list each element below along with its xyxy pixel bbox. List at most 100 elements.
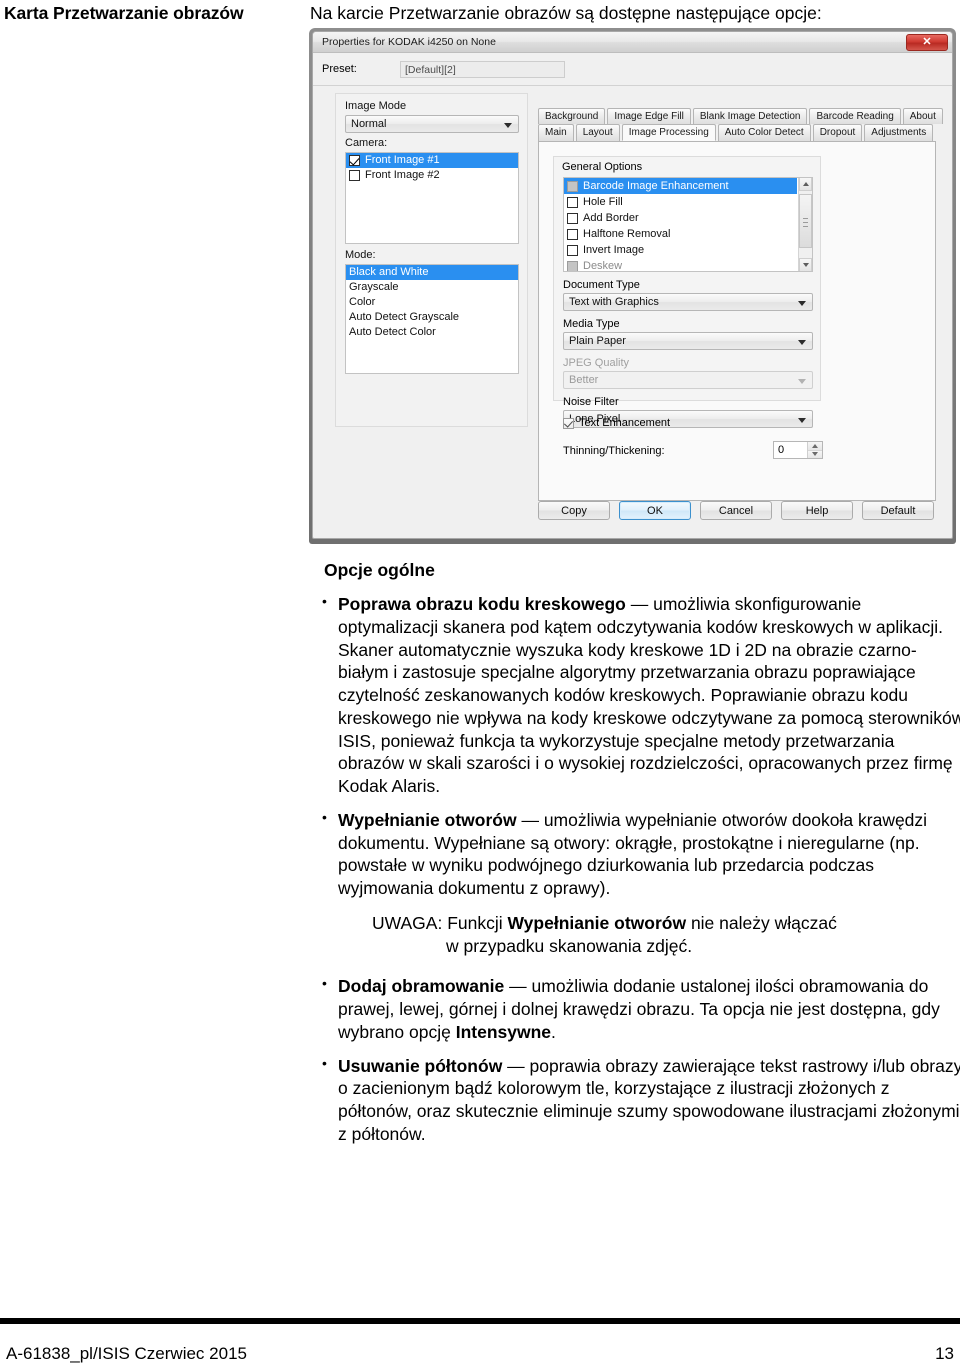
list-item[interactable]: Deskew [564, 258, 797, 272]
tab-layout[interactable]: Layout [575, 124, 620, 141]
text-enhancement-checkbox[interactable]: Text Enhancement [563, 417, 670, 429]
checkbox-icon[interactable] [349, 155, 360, 166]
jpeg-quality-label: JPEG Quality [563, 357, 630, 369]
tab-main[interactable]: Main [538, 124, 574, 141]
preset-row: Preset: [Default][2] [313, 53, 952, 86]
list-item[interactable]: Auto Detect Color [346, 325, 518, 340]
vertical-scrollbar[interactable] [798, 178, 812, 271]
checkbox-icon[interactable] [567, 180, 578, 192]
list-item[interactable]: Add Border [564, 210, 797, 226]
list-item-label: Front Image #2 [365, 169, 440, 181]
scanner-properties-dialog: Properties for KODAK i4250 on None ✕ Pre… [309, 28, 956, 544]
checkbox-icon[interactable] [567, 244, 578, 256]
tab-barcode-reading[interactable]: Barcode Reading [809, 108, 901, 124]
checkbox-icon[interactable] [349, 170, 360, 181]
media-type-select[interactable]: Plain Paper [563, 332, 813, 350]
checkbox-icon[interactable] [567, 196, 578, 208]
page-footer: A-61838_pl/ISIS Czerwiec 2015 13 [0, 1344, 960, 1364]
left-settings-pane: Image Mode Normal Camera: Front Image #1 [335, 93, 528, 427]
tabbed-settings-pane: Background Image Edge Fill Blank Image D… [538, 108, 943, 501]
stepper-buttons[interactable] [807, 442, 822, 458]
tab-adjustments[interactable]: Adjustments [864, 124, 934, 141]
thinning-label-row: Thinning/Thickening: [563, 445, 665, 457]
preset-value[interactable]: [Default][2] [400, 60, 565, 78]
close-icon[interactable]: ✕ [906, 34, 948, 51]
scroll-down-icon[interactable] [799, 258, 812, 271]
list-item: Dodaj obramowanie — umożliwia dodanie us… [310, 974, 960, 1043]
list-item[interactable]: Hole Fill [564, 194, 797, 210]
media-type-value: Plain Paper [569, 335, 626, 347]
list-item[interactable]: Color [346, 295, 518, 310]
chevron-down-icon [798, 339, 806, 345]
chevron-down-icon [798, 300, 806, 306]
list-item[interactable]: Grayscale [346, 280, 518, 295]
checkbox-icon[interactable] [567, 260, 578, 271]
tab-about[interactable]: About [902, 108, 943, 124]
bullet-term: Poprawa obrazu kodu kreskowego [338, 594, 626, 614]
list-item: Wypełnianie otworów — umożliwia wypełnia… [310, 808, 960, 958]
dialog-title: Properties for KODAK i4250 on None [322, 36, 496, 48]
mode-label: Mode: [345, 249, 376, 261]
list-item-label: Deskew [583, 260, 623, 272]
checkbox-icon[interactable] [567, 212, 578, 224]
tab-row-lower: Main Layout Image Processing Auto Color … [538, 124, 936, 141]
stepper-down-icon[interactable] [808, 449, 822, 458]
body-content: Opcje ogólne Poprawa obrazu kodu kreskow… [310, 560, 960, 1157]
note-prefix: UWAGA: [372, 912, 443, 933]
scroll-up-icon[interactable] [799, 178, 812, 191]
tab-dropout[interactable]: Dropout [812, 124, 863, 141]
jpeg-quality-field: JPEG Quality Better [563, 357, 813, 389]
dialog-frame: Properties for KODAK i4250 on None ✕ Pre… [312, 31, 953, 539]
stepper-up-icon[interactable] [808, 442, 822, 450]
tab-blank-image-detection[interactable]: Blank Image Detection [692, 108, 808, 124]
image-mode-select[interactable]: Normal [345, 115, 519, 133]
document-type-label: Document Type [563, 279, 640, 291]
intro-text: Na karcie Przetwarzanie obrazów są dostę… [310, 3, 822, 23]
scrollbar-thumb[interactable] [799, 194, 812, 248]
tab-image-processing[interactable]: Image Processing [621, 124, 716, 141]
margin-heading: Karta Przetwarzanie obrazów [4, 3, 244, 23]
default-button[interactable]: Default [862, 501, 934, 520]
cancel-button[interactable]: Cancel [700, 501, 772, 520]
help-button[interactable]: Help [781, 501, 853, 520]
mode-listbox[interactable]: Black and White Grayscale Color Auto Det… [345, 264, 519, 374]
general-options-group: General Options Barcode Image Enhancemen… [553, 156, 821, 428]
general-options-listbox[interactable]: Barcode Image Enhancement Hole Fill Add … [563, 177, 813, 272]
section-heading: Opcje ogólne [324, 560, 435, 580]
list-item-label: Invert Image [583, 244, 645, 256]
thinning-label: Thinning/Thickening: [563, 445, 665, 457]
thinning-stepper[interactable]: 0 [773, 441, 823, 459]
media-type-field: Media Type Plain Paper [563, 318, 813, 350]
checkbox-icon[interactable] [567, 228, 578, 240]
noise-filter-label: Noise Filter [563, 396, 619, 408]
page-number: 13 [935, 1344, 954, 1363]
chevron-down-icon [504, 122, 512, 128]
tab-image-edge-fill[interactable]: Image Edge Fill [607, 108, 691, 124]
note-bold: Wypełnianie otworów [507, 912, 687, 933]
image-mode-label: Image Mode [345, 100, 407, 112]
thinning-value[interactable]: 0 [774, 442, 807, 458]
text-enhancement-label: Text Enhancement [579, 417, 671, 429]
list-item-label: Hole Fill [583, 196, 623, 208]
list-item[interactable]: Auto Detect Grayscale [346, 310, 518, 325]
footer-left: A-61838_pl/ISIS Czerwiec 2015 [6, 1344, 247, 1363]
list-item[interactable]: Front Image #1 [346, 153, 518, 168]
document-type-select[interactable]: Text with Graphics [563, 293, 813, 311]
bullet-term: Usuwanie półtonów [338, 1055, 503, 1076]
list-item[interactable]: Halftone Removal [564, 226, 797, 242]
list-item[interactable]: Black and White [346, 265, 518, 280]
ok-button[interactable]: OK [619, 501, 691, 520]
list-item[interactable]: Barcode Image Enhancement [564, 178, 797, 194]
list-item-label: Add Border [583, 212, 639, 224]
list-item-label: Halftone Removal [583, 228, 671, 240]
checkbox-icon[interactable] [563, 417, 574, 429]
chevron-down-icon [798, 417, 806, 423]
tab-background[interactable]: Background [538, 108, 606, 124]
note-line2: w przypadku skanowania zdjęć. [446, 935, 693, 956]
tab-auto-color-detect[interactable]: Auto Color Detect [717, 124, 811, 141]
list-item[interactable]: Invert Image [564, 242, 797, 258]
copy-button[interactable]: Copy [538, 501, 610, 520]
camera-listbox[interactable]: Front Image #1 Front Image #2 [345, 152, 519, 244]
list-item[interactable]: Front Image #2 [346, 168, 518, 183]
document-type-field: Document Type Text with Graphics [563, 279, 813, 311]
